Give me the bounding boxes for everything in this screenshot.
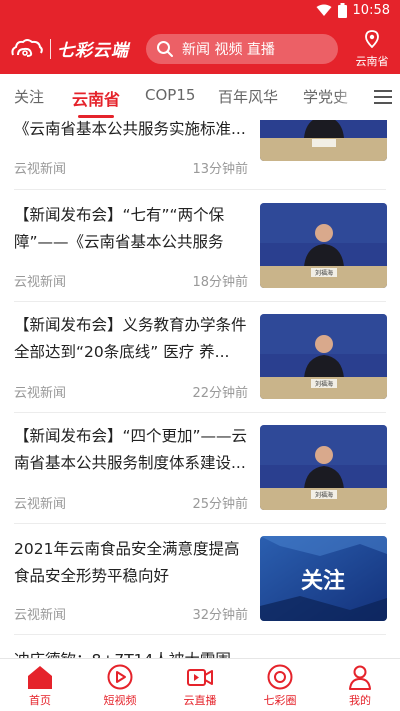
news-time: 18分钟前 [192,275,248,290]
app-header: 七彩云端 新闻 视频 直播 云南省 [0,24,400,74]
nav-label: 我的 [349,694,371,707]
news-thumbnail: 关注 [260,536,387,621]
news-title: 【新闻发布会】“四个更加”——云南省基本公共服务制度体系建设... [14,427,248,472]
thumb-caption: 刘福海 [315,269,333,277]
play-circle-icon [107,664,133,690]
location-selector[interactable]: 云南省 [352,30,392,69]
search-placeholder: 新闻 视频 直播 [182,42,275,58]
news-title: 《云南省基本公共服务实施标准... [14,120,246,138]
location-pin-icon [365,30,379,49]
news-source: 云视新闻 [14,162,67,177]
news-thumbnail: 刘福海 [260,314,387,399]
nav-label: 七彩圈 [263,694,297,707]
news-title: 【新闻发布会】“七有”“两个保障”——《云南省基本公共服务实... [14,206,225,251]
active-tab-indicator [78,115,114,118]
news-item[interactable]: 【新闻发布会】“四个更加”——云南省基本公共服务制度体系建设... 云视新闻 2… [0,413,400,524]
news-feed: 《云南省基本公共服务实施标准... 云视新闻 13分钟前 【新闻发布会】“七有”… [0,120,400,658]
news-time: 32分钟前 [192,608,248,623]
video-camera-icon [187,669,213,686]
news-title: 【新闻发布会】义务教育办学条件全部达到“20条底线” 医疗 养... [14,316,247,361]
wifi-icon [316,4,332,16]
news-time: 22分钟前 [192,386,248,401]
news-item[interactable]: 【新闻发布会】“七有”“两个保障”——《云南省基本公共服务实... 云视新闻 1… [0,190,400,301]
nav-label: 云直播 [183,694,217,707]
news-source: 云视新闻 [14,608,67,623]
nav-profile[interactable]: 我的 [328,663,392,708]
news-source: 云视新闻 [14,497,67,512]
tab-century[interactable]: 百年风华 [218,86,278,107]
nav-live[interactable]: 云直播 [168,663,232,708]
nav-circle[interactable]: 七彩圈 [248,663,312,708]
nav-short-video[interactable]: 短视频 [88,663,152,708]
app-logo[interactable]: 七彩云端 [10,36,129,61]
brand-name: 七彩云端 [57,41,129,61]
news-item[interactable]: 2021年云南食品安全满意度提高食品安全形势平稳向好 云视新闻 32分钟前 关注 [0,524,400,635]
battery-icon [337,3,347,18]
status-bar: 10:58 [0,0,400,24]
nav-home[interactable]: 首页 [8,663,72,708]
news-source: 云视新闻 [14,275,67,290]
news-item[interactable]: 冲庆德钦：8+7T14人被大雪围困... [0,635,400,658]
cloud-logo-icon [11,38,43,57]
thumb-caption: 刘福海 [315,380,333,388]
news-time: 13分钟前 [192,162,248,177]
search-bar[interactable]: 新闻 视频 直播 [146,34,338,64]
search-icon [157,41,173,57]
nav-label: 短视频 [103,694,137,707]
tab-cop15[interactable]: COP15 [145,86,195,104]
thumb-caption: 刘福海 [315,491,333,499]
news-time: 25分钟前 [192,497,248,512]
news-title: 冲庆德钦：8+7T14人被大雪围困... [14,647,250,658]
bottom-navigation: 首页 短视频 云直播 七彩圈 我的 [0,658,400,711]
news-item[interactable]: 《云南省基本公共服务实施标准... 云视新闻 13分钟前 [0,120,400,179]
news-source: 云视新闻 [14,386,67,401]
person-icon [349,665,371,690]
news-thumbnail: 刘福海 [260,203,387,288]
news-title: 2021年云南食品安全满意度提高食品安全形势平稳向好 [14,540,240,585]
thumb-caption: 关注 [301,568,345,594]
news-item[interactable]: 【新闻发布会】义务教育办学条件全部达到“20条底线” 医疗 养... 云视新闻 … [0,302,400,413]
nav-label: 首页 [29,694,51,707]
tab-yunnan[interactable]: 云南省 [72,86,120,110]
status-time: 10:58 [352,3,390,18]
logo-separator [50,38,51,59]
menu-icon[interactable] [372,88,394,106]
news-thumbnail [260,120,387,161]
channel-tabs: 关注 云南省 COP15 百年风华 学党史 [0,74,400,120]
news-thumbnail: 刘福海 [260,425,387,510]
tab-follow[interactable]: 关注 [14,86,44,107]
target-circle-icon [267,664,293,690]
location-label: 云南省 [355,55,389,68]
home-icon [28,666,52,689]
tabs-fade [334,78,364,116]
